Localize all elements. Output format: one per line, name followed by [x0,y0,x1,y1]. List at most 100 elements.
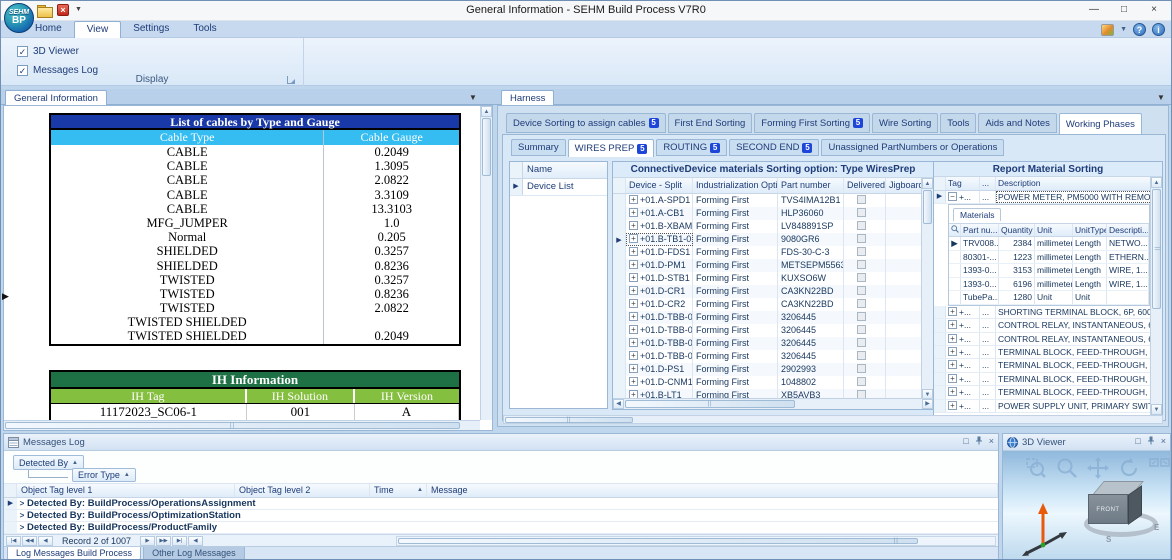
expand-icon[interactable]: + [629,195,638,204]
expand-icon[interactable]: + [629,364,638,373]
report-row-tag[interactable]: ++... [946,346,980,358]
sub-tab[interactable]: WIRES PREP5 [568,139,655,157]
device-row[interactable]: ++01.D-TBB-02Forming First3206445 [613,324,933,337]
scrollbar-thumb[interactable]: || [398,538,918,544]
ribbon-checkbox-row[interactable]: ✓3D Viewer [17,42,98,61]
close-button[interactable]: × [1139,1,1169,20]
device-grid-horizontal-scrollbar[interactable]: ◀ || ▶ [613,398,933,409]
material-row[interactable]: 1393-0...6196millimeterLengthWIRE, 1... [949,278,1149,292]
expand-icon[interactable]: + [948,334,957,343]
delivered-checkbox[interactable] [857,312,866,321]
device-row[interactable]: ++01.D-TBB-01Forming First3206445 [613,311,933,324]
maximize-button[interactable]: □ [1109,1,1139,20]
col-object-tag-level-1[interactable]: Object Tag level 1 [17,484,235,497]
checkbox-checked-icon[interactable]: ✓ [17,46,28,57]
material-row[interactable]: 80301-...1223millimeterLengthETHERN... [949,251,1149,265]
report-row[interactable]: ++......TERMINAL BLOCK, FEED-THROUGH, QU… [934,373,1162,386]
phase-tab[interactable]: Device Sorting to assign cables5 [506,113,666,133]
col-part-number[interactable]: Part number [778,178,844,193]
scroll-left-icon[interactable]: ◀ [613,399,624,409]
ribbon-tab-view[interactable]: View [74,21,122,38]
report-row[interactable]: ++......TERMINAL BLOCK, FEED-THROUGH, QU… [934,359,1162,372]
scroll-right-icon[interactable]: ▶ [922,399,933,409]
phase-tab[interactable]: Tools [940,113,976,133]
message-group-row[interactable]: ▶>Detected By: BuildProcess/OperationsAs… [4,498,998,510]
tab-list-dropdown-icon[interactable]: ▼ [469,93,477,102]
report-row-tag[interactable]: ++... [946,373,980,385]
col-unit-type[interactable]: UnitType [1073,224,1107,236]
device-grid-vertical-scrollbar[interactable]: ▲ ▼ [921,178,933,400]
device-row[interactable]: ++01.A-SPD1Forming FirstTVS4IMA12B1 [613,194,933,207]
report-master-row[interactable]: ▶ −+... ... POWER METER, PM5000 WITH REM… [934,191,1162,204]
expand-chevron-icon[interactable]: > [17,510,27,521]
expand-icon[interactable]: + [629,286,638,295]
scrollbar-thumb[interactable]: || [5,422,460,429]
expand-corners-icon[interactable] [1149,457,1170,479]
restore-panel-icon[interactable]: □ [963,436,968,447]
col-part-number[interactable]: Part nu... [961,224,999,236]
zoom-area-icon[interactable] [1025,457,1047,479]
left-panel-vertical-scrollbar[interactable]: ▲ [480,106,492,420]
expand-icon[interactable]: + [948,320,957,329]
device-row[interactable]: ++01.A-CB1Forming FirstHLP36060 [613,207,933,220]
expand-icon[interactable]: + [948,360,957,369]
sub-tab[interactable]: ROUTING5 [656,139,727,156]
delivered-checkbox[interactable] [857,247,866,256]
report-row[interactable]: ++......POWER SUPPLY UNIT, PRIMARY SWITC… [934,400,1162,413]
expand-icon[interactable]: + [948,401,957,410]
delivered-checkbox[interactable] [857,325,866,334]
expand-icon[interactable]: + [629,338,638,347]
pin-icon[interactable] [975,436,983,447]
col-delivered[interactable]: Delivered ... [844,178,886,193]
expand-icon[interactable]: + [629,208,638,217]
expand-icon[interactable]: + [629,260,638,269]
info-button[interactable]: i [1152,23,1165,36]
restore-panel-icon[interactable]: □ [1135,436,1140,447]
app-logo-icon[interactable]: SEHM BP [4,3,34,33]
delivered-checkbox[interactable] [857,286,866,295]
material-row[interactable]: ▶TRV008...2384millimeterLengthNETWO... [949,237,1149,251]
col-unit[interactable]: Unit [1035,224,1073,236]
minimize-button[interactable]: — [1079,1,1109,20]
col-time[interactable]: Time▲ [370,484,427,497]
device-row[interactable]: ++01.D-FDS1Forming FirstFDS-30-C-3 [613,246,933,259]
expand-icon[interactable]: + [948,387,957,396]
sub-tab[interactable]: Summary [511,139,566,156]
messages-horizontal-scrollbar[interactable]: || [396,536,996,546]
expand-icon[interactable]: + [629,377,638,386]
tab-general-information[interactable]: General Information [5,90,107,105]
delivered-checkbox[interactable] [857,260,866,269]
master-row-tag[interactable]: −+... [946,191,980,203]
dialog-launcher-icon[interactable] [287,76,295,84]
rotate-icon[interactable] [1118,457,1140,479]
report-row[interactable]: ++......TERMINAL BLOCK, FEED-THROUGH, QU… [934,346,1162,359]
delivered-checkbox[interactable] [857,299,866,308]
delivered-checkbox[interactable] [857,377,866,386]
list-item[interactable]: ▶ Device List [510,179,607,196]
scrollbar-thumb[interactable]: || [625,400,795,408]
message-group-row[interactable]: >Detected By: BuildProcess/ProductFamily [4,522,998,534]
phase-tab[interactable]: Aids and Notes [978,113,1056,133]
prev-record-button[interactable]: ◀ [38,536,53,546]
materials-tab[interactable]: Materials [953,208,1001,221]
expand-chevron-icon[interactable]: > [17,498,27,509]
ribbon-tab-settings[interactable]: Settings [121,21,181,38]
delivered-checkbox[interactable] [857,234,866,243]
material-row[interactable]: 1393-0...3153millimeterLengthWIRE, 1... [949,264,1149,278]
delivered-checkbox[interactable] [857,195,866,204]
group-chip-error-type[interactable]: Error Type ▲ [72,468,136,482]
delivered-checkbox[interactable] [857,221,866,230]
ribbon-tab-tools[interactable]: Tools [181,21,228,38]
phase-tab[interactable]: First End Sorting [668,113,753,133]
expand-icon[interactable]: + [629,234,638,243]
report-row-tag[interactable]: ++... [946,359,980,371]
device-row[interactable]: ++01.D-TBB-04Forming First3206445 [613,350,933,363]
col-description[interactable]: Descripti... [1107,224,1149,236]
navigation-cube[interactable]: FRONT S E [1088,481,1156,543]
device-row[interactable]: ++01.D-CNM1Forming First1048802 [613,376,933,389]
device-row[interactable]: ++01.D-CR2Forming FirstCA3KN22BD [613,298,933,311]
viewer-3d-canvas[interactable]: FRONT S E [1003,451,1170,559]
device-row[interactable]: ++01.D-CR1Forming FirstCA3KN22BD [613,285,933,298]
device-row[interactable]: ++01.D-TBB-03Forming First3206445 [613,337,933,350]
col-description[interactable]: Description [996,177,1162,190]
